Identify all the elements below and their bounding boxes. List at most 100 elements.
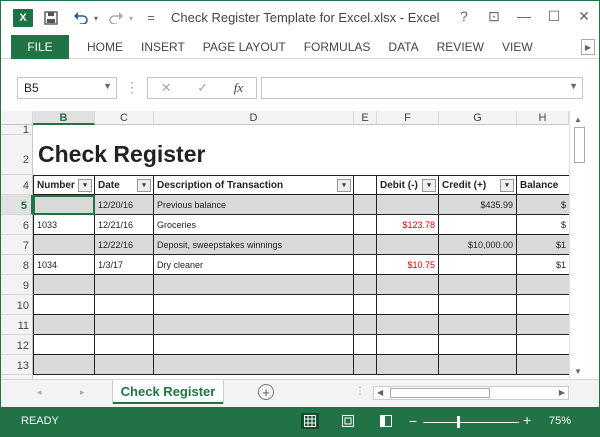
cell-date[interactable] xyxy=(95,335,154,355)
name-box-dropdown-icon[interactable]: ▼ xyxy=(103,81,112,91)
cell-credit[interactable] xyxy=(439,295,517,315)
header-number[interactable]: Number ▾ xyxy=(33,175,95,195)
cell-credit[interactable] xyxy=(439,275,517,295)
cell-e[interactable] xyxy=(354,275,377,295)
cell-credit[interactable] xyxy=(439,335,517,355)
name-box[interactable]: B5 ▼ xyxy=(17,77,117,99)
cell-number[interactable]: 1034 xyxy=(33,255,95,275)
row-header-10[interactable]: 10 xyxy=(1,295,33,315)
close-button[interactable]: ✕ xyxy=(569,1,599,31)
header-balance[interactable]: Balance xyxy=(517,175,569,195)
scroll-up-icon[interactable]: ▲ xyxy=(574,115,582,124)
column-header-g[interactable]: G xyxy=(439,111,517,125)
enter-icon[interactable]: ✓ xyxy=(197,80,208,96)
row-header-11[interactable]: 11 xyxy=(1,315,33,335)
cell-number[interactable] xyxy=(33,275,95,295)
cell-date[interactable] xyxy=(95,355,154,375)
cell-date[interactable] xyxy=(95,275,154,295)
cell-description[interactable] xyxy=(154,335,354,355)
cell-date[interactable]: 1/3/17 xyxy=(95,255,154,275)
insert-function-icon[interactable]: fx xyxy=(234,80,243,96)
save-icon[interactable] xyxy=(39,6,63,30)
redo-dropdown-icon[interactable]: ▾ xyxy=(129,14,133,23)
cell-balance[interactable] xyxy=(517,355,569,375)
cell-balance[interactable]: $ xyxy=(517,195,569,215)
zoom-slider[interactable] xyxy=(423,422,519,423)
minimize-button[interactable]: — xyxy=(509,1,539,31)
header-e[interactable] xyxy=(354,175,377,195)
maximize-button[interactable]: ☐ xyxy=(539,1,569,31)
row-header-9[interactable]: 9 xyxy=(1,275,33,295)
column-header-c[interactable]: C xyxy=(95,111,154,125)
tab-review[interactable]: REVIEW xyxy=(437,40,484,54)
filter-dropdown-icon[interactable]: ▾ xyxy=(422,179,436,192)
cell-e[interactable] xyxy=(354,215,377,235)
page-layout-view-icon[interactable] xyxy=(339,413,357,429)
cell-e[interactable] xyxy=(354,295,377,315)
ribbon-scroll-right-icon[interactable]: ▶ xyxy=(581,39,595,55)
vertical-scrollbar[interactable]: ▲ ▼ xyxy=(569,111,587,379)
header-description[interactable]: Description of Transaction ▾ xyxy=(154,175,354,195)
cell-number[interactable]: 1033 xyxy=(33,215,95,235)
cell-number[interactable] xyxy=(33,335,95,355)
row-header-1[interactable]: 1 xyxy=(1,125,33,136)
cell-balance[interactable] xyxy=(517,295,569,315)
zoom-in-button[interactable]: + xyxy=(523,412,531,428)
tab-formulas[interactable]: FORMULAS xyxy=(304,40,371,54)
cell-credit[interactable] xyxy=(439,355,517,375)
cell-description[interactable] xyxy=(154,355,354,375)
cell-credit[interactable]: $10,000.00 xyxy=(439,235,517,255)
ribbon-display-options-icon[interactable]: ⊡ xyxy=(479,1,509,31)
tab-file[interactable]: FILE xyxy=(11,34,69,59)
row-header-12[interactable]: 12 xyxy=(1,335,33,355)
page-break-preview-icon[interactable] xyxy=(377,413,395,429)
cell-debit[interactable]: $10.75 xyxy=(377,255,439,275)
column-header-e[interactable]: E xyxy=(354,111,377,125)
sheet-nav-arrows-icon[interactable]: ◂ ▸ xyxy=(37,387,103,398)
cell-e[interactable] xyxy=(354,235,377,255)
select-all-corner[interactable] xyxy=(1,111,33,125)
expand-formula-bar-icon[interactable]: ▼ xyxy=(569,81,578,91)
zoom-level[interactable]: 75% xyxy=(549,415,571,427)
column-header-d[interactable]: D xyxy=(154,111,354,125)
cell-debit[interactable] xyxy=(377,355,439,375)
cell-balance[interactable] xyxy=(517,335,569,355)
cell-description[interactable] xyxy=(154,295,354,315)
cell-description[interactable]: Groceries xyxy=(154,215,354,235)
column-header-h[interactable]: H xyxy=(517,111,569,125)
tab-home[interactable]: HOME xyxy=(87,40,123,54)
cell-e[interactable] xyxy=(354,195,377,215)
customize-qat-icon[interactable]: = xyxy=(139,6,163,30)
cell-date[interactable]: 12/20/16 xyxy=(95,195,154,215)
row-header-8[interactable]: 8 xyxy=(1,255,33,275)
row-header-5[interactable]: 5 xyxy=(1,195,33,215)
scroll-right-icon[interactable]: ▶ xyxy=(559,388,565,397)
cell-credit[interactable] xyxy=(439,315,517,335)
undo-icon[interactable] xyxy=(69,6,93,30)
cell-date[interactable]: 12/22/16 xyxy=(95,235,154,255)
cell-description[interactable]: Previous balance xyxy=(154,195,354,215)
tab-page-layout[interactable]: PAGE LAYOUT xyxy=(203,40,286,54)
cell-debit[interactable]: $123.78 xyxy=(377,215,439,235)
cell-balance[interactable]: $ xyxy=(517,215,569,235)
normal-view-icon[interactable] xyxy=(301,413,319,429)
horizontal-scrollbar[interactable]: ◀ ▶ xyxy=(373,386,569,400)
cell-credit[interactable] xyxy=(439,255,517,275)
formula-input[interactable]: ▼ xyxy=(261,77,583,99)
help-button[interactable]: ? xyxy=(449,1,479,31)
cell-date[interactable] xyxy=(95,295,154,315)
sheet-title[interactable]: Check Register xyxy=(38,141,205,168)
filter-dropdown-icon[interactable]: ▾ xyxy=(337,179,351,192)
cell-number[interactable] xyxy=(33,315,95,335)
cell-debit[interactable] xyxy=(377,235,439,255)
cell-debit[interactable] xyxy=(377,295,439,315)
cell-e[interactable] xyxy=(354,255,377,275)
cell-description[interactable]: Deposit, sweepstakes winnings xyxy=(154,235,354,255)
cell-balance[interactable] xyxy=(517,315,569,335)
undo-dropdown-icon[interactable]: ▾ xyxy=(94,14,98,23)
column-header-f[interactable]: F xyxy=(377,111,439,125)
filter-dropdown-icon[interactable]: ▾ xyxy=(78,179,92,192)
cell-debit[interactable] xyxy=(377,275,439,295)
cell-description[interactable] xyxy=(154,275,354,295)
cancel-icon[interactable]: ✕ xyxy=(161,80,172,96)
